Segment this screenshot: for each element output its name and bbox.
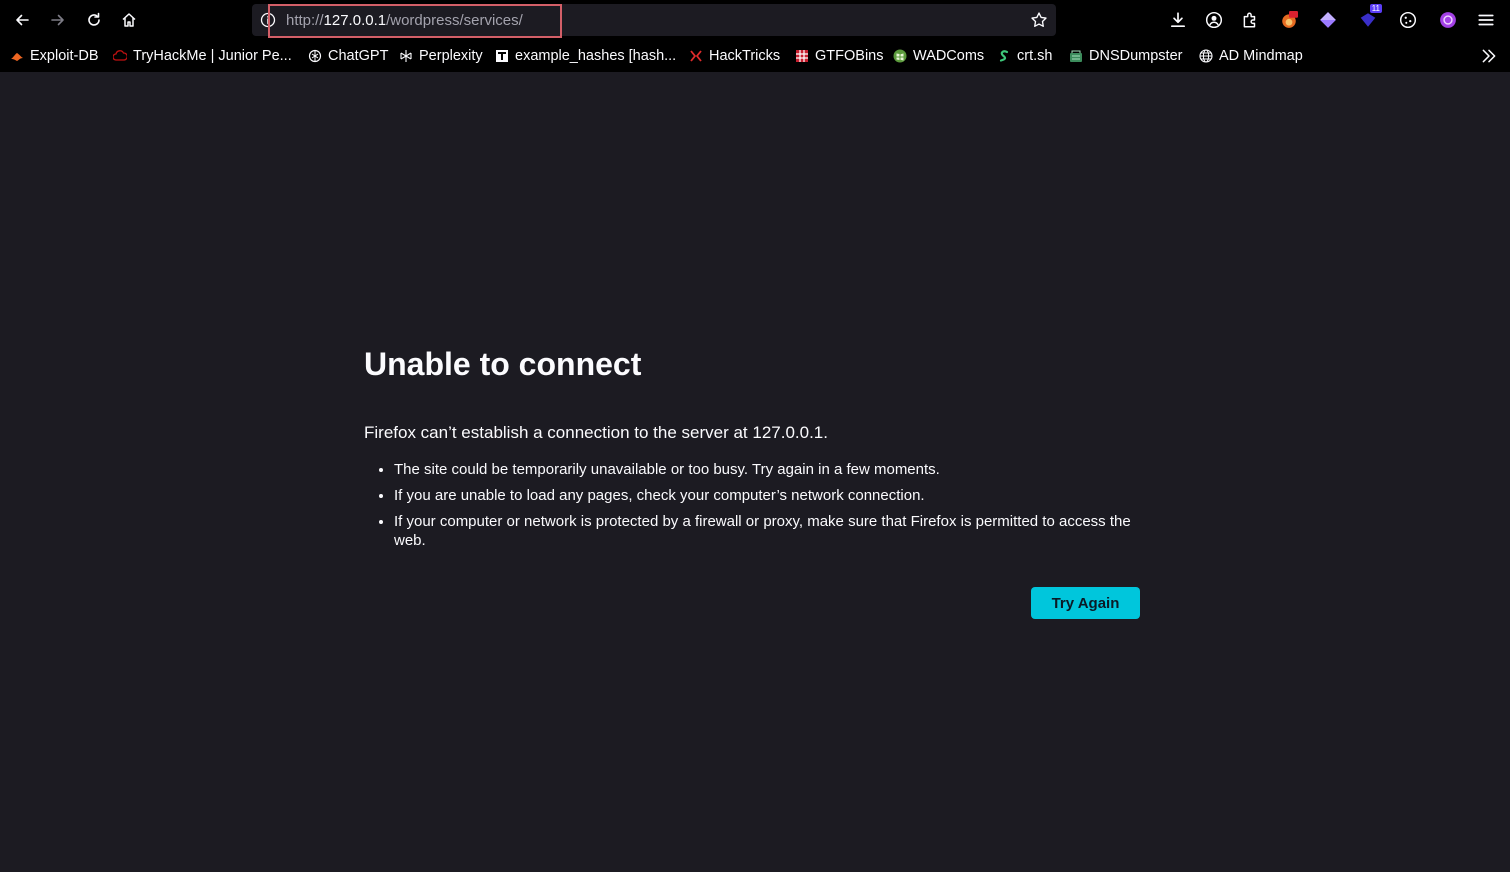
browser-toolbar: http://127.0.0.1/wordpress/services/ 11 <box>0 0 1510 40</box>
exploitdb-icon <box>11 53 23 61</box>
bookmark-label: example_hashes [hash... <box>515 48 677 64</box>
bookmark-tryhackme[interactable]: TryHackMe | Junior Pe... <box>113 46 292 66</box>
bookmark-star-icon[interactable] <box>1030 11 1048 29</box>
url-text[interactable]: http://127.0.0.1/wordpress/services/ <box>286 12 523 29</box>
cookie-icon <box>1399 11 1417 29</box>
account-button[interactable] <box>1202 8 1226 32</box>
bookmark-crtsh[interactable]: crt.sh <box>997 46 1052 66</box>
bookmark-label: crt.sh <box>1017 48 1053 64</box>
extension-notifications-button[interactable]: 11 <box>1356 4 1382 32</box>
list-item: The site could be temporarily unavailabl… <box>394 460 1144 479</box>
downloads-icon <box>1170 12 1186 28</box>
bookmark-label: DNSDumpster <box>1089 48 1183 64</box>
bookmark-exploitdb[interactable]: Exploit-DB <box>10 46 99 66</box>
gtfobins-icon <box>796 50 808 62</box>
hashcat-icon <box>496 50 508 62</box>
error-page: Unable to connect Firefox can’t establis… <box>0 72 1510 872</box>
bookmark-label: Exploit-DB <box>30 48 99 64</box>
back-icon <box>16 14 29 26</box>
error-reasons-list: The site could be temporarily unavailabl… <box>364 460 1144 557</box>
bookmark-wadcoms[interactable]: WADComs <box>893 46 984 66</box>
url-scheme: http:// <box>286 12 324 29</box>
home-button[interactable] <box>115 6 143 34</box>
bookmark-hacktricks[interactable]: HackTricks <box>689 46 780 66</box>
forward-icon <box>51 14 64 26</box>
globe-icon <box>1199 49 1213 63</box>
hacktricks-icon <box>690 50 702 62</box>
menu-icon <box>1478 14 1494 26</box>
extension-purple-button[interactable] <box>1436 8 1460 32</box>
crtsh-icon <box>999 50 1009 62</box>
notification-badge: 11 <box>1369 4 1382 13</box>
bookmarks-overflow-chevron-icon[interactable] <box>1480 47 1498 65</box>
extension-diamond-icon <box>1320 12 1336 28</box>
foxyproxy-icon <box>1282 11 1298 28</box>
tryhackme-icon <box>113 50 127 61</box>
list-item: If you are unable to load any pages, che… <box>394 486 1144 505</box>
bookmark-ad-mindmap[interactable]: AD Mindmap <box>1199 46 1303 66</box>
wadcoms-icon <box>893 49 907 63</box>
list-item: If your computer or network is protected… <box>394 512 1144 550</box>
url-host: 127.0.0.1 <box>323 12 387 29</box>
bookmark-label: Perplexity <box>419 48 483 64</box>
bookmark-label: TryHackMe | Junior Pe... <box>133 48 292 64</box>
bookmark-perplexity[interactable]: Perplexity <box>399 46 483 66</box>
extension-diamond-button[interactable] <box>1316 8 1340 32</box>
reload-button[interactable] <box>80 6 108 34</box>
bookmark-label: HackTricks <box>709 48 781 64</box>
bookmark-label: WADComs <box>913 48 985 64</box>
downloads-button[interactable] <box>1166 8 1190 32</box>
perplexity-icon <box>400 50 412 62</box>
bookmark-dnsdumpster[interactable]: DNSDumpster <box>1069 46 1182 66</box>
reload-icon <box>88 12 100 26</box>
dnsdumpster-icon <box>1070 50 1082 62</box>
bookmark-label: ChatGPT <box>328 48 389 64</box>
page-title: Unable to connect <box>364 346 642 382</box>
foxyproxy-button[interactable] <box>1277 8 1301 32</box>
back-button[interactable] <box>8 6 36 34</box>
bookmarks-toolbar: Exploit-DB TryHackMe | Junior Pe... Chat… <box>0 40 1510 72</box>
bookmark-gtfobins[interactable]: GTFOBins <box>795 46 883 66</box>
cookie-button[interactable] <box>1396 8 1420 32</box>
bookmark-chatgpt[interactable]: ChatGPT <box>308 46 388 66</box>
bookmark-label: AD Mindmap <box>1219 48 1303 64</box>
error-description: Firefox can’t establish a connection to … <box>364 423 828 442</box>
bookmark-example-hashes[interactable]: example_hashes [hash... <box>495 46 676 66</box>
bookmark-label: GTFOBins <box>815 48 884 64</box>
extensions-button[interactable] <box>1238 8 1262 32</box>
extension-purple-icon <box>1440 12 1456 28</box>
address-bar[interactable]: http://127.0.0.1/wordpress/services/ <box>252 4 1056 38</box>
try-again-button[interactable]: Try Again <box>1031 587 1140 619</box>
extensions-icon <box>1243 12 1256 28</box>
account-icon <box>1205 11 1223 29</box>
extension-notifications-icon <box>1360 13 1376 27</box>
menu-button[interactable] <box>1474 8 1498 32</box>
chatgpt-icon <box>308 49 322 63</box>
forward-button[interactable] <box>44 6 72 34</box>
home-icon <box>122 13 136 27</box>
url-path: /wordpress/services/ <box>386 12 523 29</box>
